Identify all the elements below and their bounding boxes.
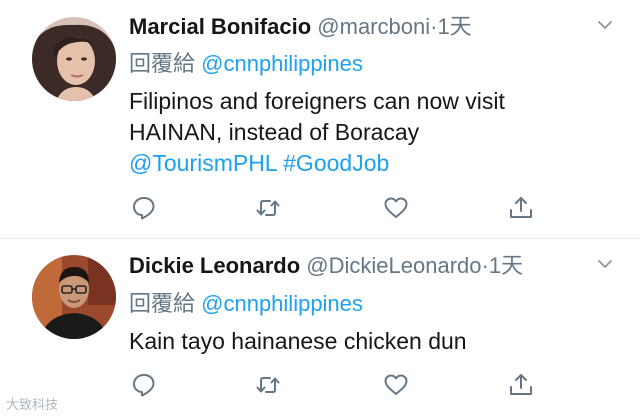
tweet-text-line: Filipinos and foreigners can now visit <box>129 88 505 114</box>
avatar[interactable] <box>32 17 116 101</box>
reply-mention[interactable]: @cnnphilippines <box>201 51 363 76</box>
reply-button[interactable] <box>131 195 157 221</box>
share-icon <box>510 197 532 218</box>
tweet-text: Filipinos and foreigners can now visit H… <box>129 86 620 179</box>
like-button[interactable] <box>383 195 409 221</box>
chevron-down-icon[interactable] <box>596 255 614 273</box>
retweet-icon <box>256 377 280 393</box>
reply-context: 回覆給 @cnnphilippines <box>129 49 363 79</box>
user-handle[interactable]: @DickieLeonardo <box>306 253 481 278</box>
reply-mention[interactable]: @cnnphilippines <box>201 291 363 316</box>
chevron-down-icon[interactable] <box>596 16 614 34</box>
tweet-header: Dickie Leonardo @DickieLeonardo·1天 <box>129 251 590 281</box>
reply-prefix: 回覆給 <box>129 51 196 76</box>
like-icon <box>384 197 408 218</box>
display-name[interactable]: Dickie Leonardo <box>129 253 300 278</box>
reply-button[interactable] <box>131 372 157 398</box>
tweet[interactable]: Dickie Leonardo @DickieLeonardo·1天 回覆給 @… <box>0 238 640 417</box>
reply-icon <box>133 197 155 220</box>
tweet-text: Kain tayo hainanese chicken dun <box>129 326 620 357</box>
timestamp[interactable]: 1天 <box>489 253 523 278</box>
avatar[interactable] <box>32 255 116 339</box>
tweet-actions <box>0 195 640 225</box>
like-button[interactable] <box>383 372 409 398</box>
reply-prefix: 回覆給 <box>129 291 196 316</box>
tweet-text-line: HAINAN, instead of Boracay <box>129 119 420 145</box>
user-handle[interactable]: @marcboni <box>317 14 430 39</box>
tweet-actions <box>0 372 640 402</box>
reply-context: 回覆給 @cnnphilippines <box>129 289 363 319</box>
share-icon <box>510 374 532 395</box>
mention-link[interactable]: @TourismPHL <box>129 150 277 176</box>
watermark: 大致科技 <box>6 397 59 412</box>
hashtag-link[interactable]: #GoodJob <box>283 150 389 176</box>
retweet-button[interactable] <box>255 195 281 221</box>
separator: · <box>481 253 489 278</box>
tweet-text-line: Kain tayo hainanese chicken dun <box>129 328 467 354</box>
share-button[interactable] <box>508 372 534 398</box>
timestamp[interactable]: 1天 <box>437 14 471 39</box>
tweet-header: Marcial Bonifacio @marcboni·1天 <box>129 12 590 42</box>
retweet-icon <box>256 200 280 216</box>
reply-icon <box>133 374 155 397</box>
retweet-button[interactable] <box>255 372 281 398</box>
share-button[interactable] <box>508 195 534 221</box>
tweet[interactable]: Marcial Bonifacio @marcboni·1天 回覆給 @cnnp… <box>0 0 640 238</box>
display-name[interactable]: Marcial Bonifacio <box>129 14 311 39</box>
like-icon <box>384 374 408 395</box>
